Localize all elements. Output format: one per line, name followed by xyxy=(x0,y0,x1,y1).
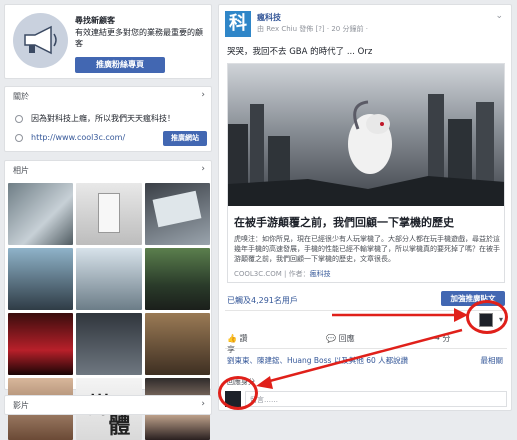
link-preview[interactable]: 在被手游顛覆之前，我們回顧一下掌機的歷史 虎嗅注：如你所見，現在已經很少有人玩掌… xyxy=(227,63,505,283)
annotation-arrow xyxy=(332,308,468,322)
promo-card: 尋找新顧客 有效連結更多對您的業務最重要的顧客 推廣粉絲專頁 xyxy=(4,4,212,79)
photos-heading[interactable]: 相片 xyxy=(13,165,29,176)
megaphone-icon xyxy=(13,13,68,68)
comment-sort-select[interactable]: 最相關 xyxy=(481,355,504,366)
link-title[interactable]: 在被手游顛覆之前，我們回顧一下掌機的歷史 xyxy=(234,214,454,230)
link-source: COOL3C.COM | 作者：瘋科技 xyxy=(234,269,331,279)
author-link[interactable]: 瘋科技 xyxy=(310,270,331,278)
info-icon xyxy=(15,114,23,123)
photo-thumbnail[interactable] xyxy=(76,248,142,310)
comment-composer: 留言…… xyxy=(225,389,507,409)
website-link[interactable]: http://www.cool3c.com/ xyxy=(31,133,125,142)
photo-thumbnail[interactable] xyxy=(8,248,74,310)
photo-thumbnail[interactable] xyxy=(144,183,210,245)
promo-description: 有效連結更多對您的業務最重要的顧客 xyxy=(75,28,203,48)
about-card: 關於 › 因為對科技上癮，所以我們天天瘋科技！ http://www.cool3… xyxy=(4,86,212,152)
chevron-right-icon[interactable]: › xyxy=(201,90,205,100)
photo-thumbnail[interactable] xyxy=(76,183,142,245)
about-heading[interactable]: 關於 xyxy=(13,91,29,102)
promote-website-button[interactable]: 推廣網站 xyxy=(163,131,207,146)
photo-thumbnail[interactable] xyxy=(144,248,210,310)
comment-input[interactable]: 留言…… xyxy=(245,391,507,407)
photo-thumbnail[interactable] xyxy=(76,313,142,375)
photos-card: 相片 › 媒體 xyxy=(4,160,212,440)
about-website: http://www.cool3c.com/ xyxy=(15,133,125,142)
about-description: 因為對科技上癮，所以我們天天瘋科技！ xyxy=(15,113,175,124)
post-text: 哭哭，我回不去 GBA 的時代了 ... Orz xyxy=(227,47,373,57)
reach-count[interactable]: 已觸及4,291名用戶 xyxy=(227,295,298,306)
link-preview-image xyxy=(228,64,504,206)
promo-title: 尋找新顧客 xyxy=(75,16,115,25)
photo-thumbnail[interactable] xyxy=(8,183,74,245)
link-source-text: COOL3C.COM | 作者： xyxy=(234,270,310,278)
page-avatar[interactable]: 科 xyxy=(225,11,251,37)
page-name-link[interactable]: 瘋科技 xyxy=(257,12,281,23)
videos-card: 影片 › xyxy=(4,395,212,415)
post-options-icon[interactable]: ⌄ xyxy=(495,11,503,21)
highlight-circle xyxy=(466,300,508,334)
about-description-text: 因為對科技上癮，所以我們天天瘋科技！ xyxy=(31,114,175,123)
globe-icon xyxy=(15,133,23,142)
photo-thumbnail[interactable] xyxy=(8,313,74,375)
photo-thumbnail[interactable] xyxy=(144,313,210,375)
annotation-arrow xyxy=(256,328,463,389)
chevron-right-icon[interactable]: › xyxy=(201,399,205,409)
chevron-right-icon[interactable]: › xyxy=(201,164,205,174)
post-meta: 由 Rex Chiu 發佈 [?] · 20 分鐘前 · xyxy=(257,25,368,33)
link-description: 虎嗅注：如你所見，現在已經很少有人玩掌機了。大部分人都在玩手機遊戲，尋益於這幾年… xyxy=(234,235,500,263)
videos-heading[interactable]: 影片 xyxy=(13,400,29,411)
promote-page-button[interactable]: 推廣粉絲專頁 xyxy=(75,57,165,73)
